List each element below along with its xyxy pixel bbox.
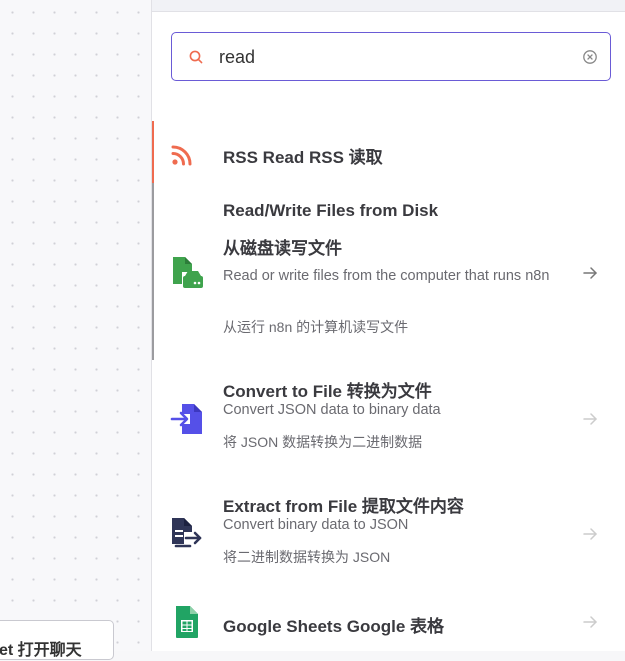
extract-file-icon	[172, 518, 202, 548]
disk-file-icon	[173, 257, 203, 288]
item-description: Convert binary data to JSON	[223, 517, 409, 533]
item-title: Google Sheets Google 表格	[223, 617, 445, 636]
search-icon	[189, 50, 203, 64]
panel-header-strip	[152, 0, 625, 12]
item-title: Convert to File 转换为文件	[223, 382, 432, 401]
list-item-google-sheets[interactable]: Google Sheets Google 表格	[152, 596, 625, 651]
list-item-rss-read[interactable]: RSS Read RSS 读取	[152, 125, 625, 183]
canvas-node[interactable]: et 打开聊天	[0, 620, 114, 660]
arrow-right-icon	[583, 528, 597, 540]
item-description-cn: 从运行 n8n 的计算机读写文件	[223, 319, 409, 335]
arrow-right-icon	[583, 616, 597, 628]
arrow-right-icon	[583, 413, 597, 425]
google-sheets-icon	[176, 606, 198, 638]
convert-file-icon	[170, 404, 202, 434]
search-box[interactable]	[171, 32, 611, 81]
list-item-extract-from-file[interactable]: Extract from File 提取文件内容 Convert binary …	[152, 480, 625, 580]
item-description-cn: 将 JSON 数据转换为二进制数据	[223, 434, 423, 450]
clear-search-icon[interactable]	[582, 49, 598, 65]
rss-icon	[171, 145, 192, 166]
item-title: RSS Read RSS 读取	[223, 148, 383, 167]
item-description: Convert JSON data to binary data	[223, 402, 441, 418]
arrow-right-icon	[583, 267, 597, 279]
item-title: Read/Write Files from Disk	[223, 201, 439, 220]
node-creator-panel: RSS Read RSS 读取 Read/Write Files from Di…	[151, 0, 625, 651]
workflow-canvas[interactable]: et 打开聊天	[0, 0, 152, 660]
search-input[interactable]	[219, 43, 559, 71]
item-title: Extract from File 提取文件内容	[223, 497, 464, 516]
item-description: Read or write files from the computer th…	[223, 268, 550, 284]
item-description-cn: 将二进制数据转换为 JSON	[223, 549, 391, 565]
list-item-convert-to-file[interactable]: Convert to File 转换为文件 Convert JSON data …	[152, 365, 625, 465]
item-title-cn: 从磁盘读写文件	[223, 239, 342, 258]
list-item-read-write-files[interactable]: Read/Write Files from Disk 从磁盘读写文件 Read …	[152, 190, 625, 345]
